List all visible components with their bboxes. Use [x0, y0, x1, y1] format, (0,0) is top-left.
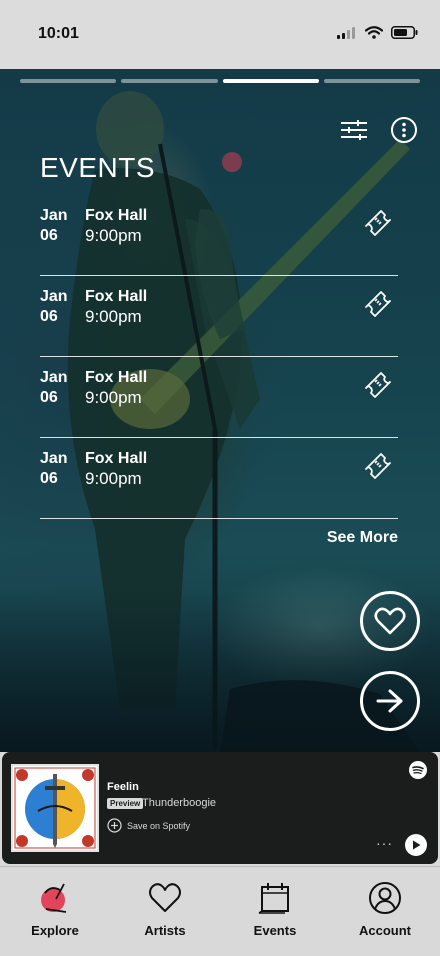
play-icon	[413, 840, 421, 850]
event-time: 9:00pm	[85, 307, 142, 326]
next-button[interactable]	[360, 671, 420, 731]
event-row[interactable]: Jan 06 Fox Hall 9:00pm	[40, 438, 398, 519]
event-time: 9:00pm	[85, 469, 142, 488]
event-time: 9:00pm	[85, 226, 142, 245]
status-bar: 10:01	[0, 0, 440, 69]
tab-label: Account	[359, 923, 411, 938]
tab-label: Artists	[144, 923, 186, 938]
event-date: Jan 06	[40, 206, 68, 246]
event-venue: Fox Hall	[85, 450, 148, 467]
event-month: Jan	[40, 369, 68, 386]
event-day: 06	[40, 227, 58, 244]
progress-segment	[20, 79, 117, 83]
tab-artists[interactable]: Artists	[110, 867, 220, 956]
calendar-icon	[258, 883, 289, 914]
filter-sliders-icon[interactable]	[340, 119, 368, 141]
ticket-icon[interactable]	[362, 207, 394, 239]
event-info: Fox Hall 9:00pm	[85, 287, 147, 327]
tab-account[interactable]: Account	[330, 867, 440, 956]
event-venue: Fox Hall	[85, 369, 148, 386]
bottom-tab-bar: Explore Artists Events Account	[0, 866, 440, 956]
explore-icon	[41, 883, 67, 913]
spotify-logo-icon[interactable]	[409, 761, 427, 779]
event-month: Jan	[40, 207, 68, 224]
event-time: 9:00pm	[85, 388, 142, 407]
event-date: Jan 06	[40, 287, 68, 327]
event-month: Jan	[40, 288, 68, 305]
tab-label: Events	[253, 923, 297, 938]
tab-label: Explore	[31, 923, 79, 938]
album-art-image	[13, 766, 97, 850]
event-row[interactable]: Jan 06 Fox Hall 9:00pm	[40, 195, 398, 276]
event-info: Fox Hall 9:00pm	[85, 368, 147, 408]
event-venue: Fox Hall	[85, 288, 148, 305]
progress-segment	[323, 79, 420, 83]
battery-icon	[391, 26, 418, 39]
spotify-preview-player[interactable]: Feelin Preview Thunderboogie Save on Spo…	[2, 752, 438, 864]
heart-outline-icon	[149, 883, 181, 912]
cellular-signal-icon	[337, 26, 355, 39]
event-day: 06	[40, 308, 58, 325]
event-row[interactable]: Jan 06 Fox Hall 9:00pm	[40, 357, 398, 438]
top-actions	[340, 116, 418, 144]
artist-name: Thunderboogie	[142, 797, 217, 809]
status-time: 10:01	[38, 25, 79, 42]
progress-segment	[121, 79, 218, 83]
like-button[interactable]	[360, 591, 420, 651]
track-title: Feelin	[107, 781, 139, 793]
save-on-spotify-button[interactable]: Save on Spotify	[107, 818, 190, 833]
event-date: Jan 06	[40, 368, 68, 408]
event-date: Jan 06	[40, 449, 68, 489]
events-title: EVENTS	[40, 152, 156, 183]
see-more-link[interactable]: See More	[327, 529, 398, 547]
play-button[interactable]	[405, 834, 427, 856]
progress-segment-active	[222, 79, 319, 83]
user-circle-icon	[369, 882, 401, 914]
event-row[interactable]: Jan 06 Fox Hall 9:00pm	[40, 276, 398, 357]
ticket-icon[interactable]	[362, 369, 394, 401]
wifi-icon	[365, 26, 383, 39]
tab-events[interactable]: Events	[220, 867, 330, 956]
more-options-dots[interactable]: ···	[376, 835, 393, 851]
event-day: 06	[40, 470, 58, 487]
event-month: Jan	[40, 450, 68, 467]
add-circle-icon	[107, 818, 122, 833]
events-list: Jan 06 Fox Hall 9:00pm Jan 06 Fox Hall 9…	[40, 195, 398, 519]
preview-badge: Preview	[107, 798, 144, 809]
event-info: Fox Hall 9:00pm	[85, 449, 147, 489]
heart-icon	[374, 607, 406, 635]
ticket-icon[interactable]	[362, 288, 394, 320]
album-art	[11, 764, 99, 852]
tab-explore[interactable]: Explore	[0, 867, 110, 956]
arrow-right-icon	[376, 689, 403, 713]
event-day: 06	[40, 389, 58, 406]
story-progress	[20, 79, 420, 83]
event-venue: Fox Hall	[85, 207, 148, 224]
save-on-spotify-label: Save on Spotify	[127, 820, 191, 831]
ticket-icon[interactable]	[362, 450, 394, 482]
event-info: Fox Hall 9:00pm	[85, 206, 147, 246]
more-options-icon[interactable]	[390, 116, 418, 144]
status-icons	[337, 26, 418, 39]
